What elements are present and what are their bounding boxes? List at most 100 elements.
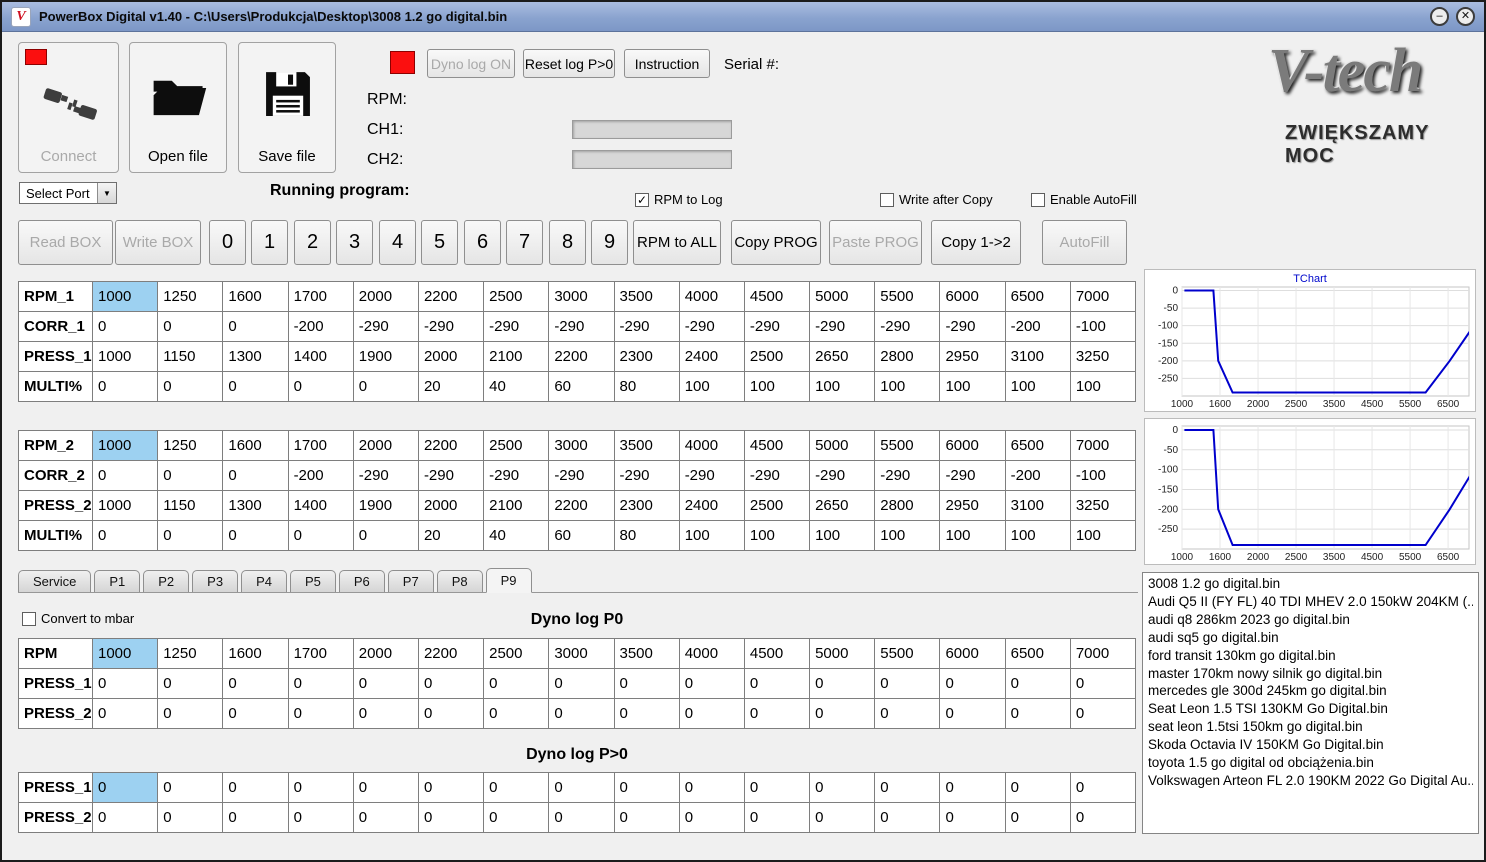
grid-cell[interactable]: 1150 [157, 341, 224, 372]
grid-cell[interactable]: 0 [1069, 802, 1137, 833]
grid-cell[interactable]: 0 [352, 772, 419, 803]
grid-cell[interactable]: 2200 [417, 638, 485, 669]
grid-cell[interactable]: 80 [613, 520, 680, 551]
grid-cell[interactable]: 5000 [809, 638, 876, 669]
grid-cell[interactable]: -290 [809, 311, 876, 342]
grid-cell[interactable]: -290 [548, 460, 615, 491]
grid-cell[interactable]: 1900 [352, 490, 419, 521]
grid-cell[interactable]: 100 [678, 520, 745, 551]
grid-cell[interactable]: 0 [1004, 698, 1071, 729]
grid-cell[interactable]: 0 [91, 772, 159, 803]
grid-cell[interactable]: 2400 [678, 490, 745, 521]
grid-cell[interactable]: 1600 [222, 430, 289, 461]
grid-cell[interactable]: 2300 [613, 341, 680, 372]
grid-cell[interactable]: 6500 [1004, 430, 1071, 461]
autofill-button[interactable]: AutoFill [1042, 220, 1127, 265]
grid-cell[interactable]: 0 [417, 802, 485, 833]
grid-cell[interactable]: 2500 [743, 341, 811, 372]
grid-cell[interactable]: 2800 [874, 490, 941, 521]
grid-cell[interactable]: -100 [1069, 460, 1137, 491]
grid-cell[interactable]: 0 [222, 698, 289, 729]
grid-cell[interactable]: 20 [417, 371, 485, 402]
grid-cell[interactable]: 100 [939, 371, 1006, 402]
grid-cell[interactable]: 100 [678, 371, 745, 402]
grid-cell[interactable]: 3000 [548, 281, 615, 312]
grid-cell[interactable]: 3500 [613, 430, 680, 461]
copy-1-to-2-button[interactable]: Copy 1->2 [931, 220, 1021, 265]
grid-cell[interactable]: 100 [809, 520, 876, 551]
grid-cell[interactable]: 0 [1069, 772, 1137, 803]
grid-cell[interactable]: 5500 [874, 638, 941, 669]
digit-button-3[interactable]: 3 [336, 220, 373, 265]
grid-cell[interactable]: 2000 [417, 490, 485, 521]
digit-button-9[interactable]: 9 [591, 220, 628, 265]
file-list-item[interactable]: toyota 1.5 go digital od obciążenia.bin [1148, 754, 1473, 772]
grid-cell[interactable]: 0 [352, 802, 419, 833]
grid-cell[interactable]: 3000 [548, 638, 615, 669]
grid-cell[interactable]: 0 [678, 698, 745, 729]
grid-cell[interactable]: 0 [287, 698, 354, 729]
paste-prog-button[interactable]: Paste PROG [829, 220, 922, 265]
grid-cell[interactable]: 4000 [678, 430, 745, 461]
grid-cell[interactable]: -290 [939, 311, 1006, 342]
grid-cell[interactable]: 0 [222, 520, 289, 551]
select-port-dropdown[interactable]: Select Port ▼ [19, 182, 117, 204]
connect-button[interactable]: Connect [18, 42, 119, 173]
grid-cell[interactable]: 100 [1069, 520, 1137, 551]
grid-cell[interactable]: -290 [809, 460, 876, 491]
grid-cell[interactable]: 0 [1004, 668, 1071, 699]
grid-cell[interactable]: 0 [91, 520, 159, 551]
grid-cell[interactable]: -290 [483, 311, 550, 342]
grid-cell[interactable]: 6500 [1004, 281, 1071, 312]
grid-cell[interactable]: 7000 [1069, 281, 1137, 312]
file-list-item[interactable]: audi q8 286km 2023 go digital.bin [1148, 611, 1473, 629]
grid-cell[interactable]: 3500 [613, 638, 680, 669]
grid-cell[interactable]: 2000 [352, 430, 419, 461]
grid-cell[interactable]: 6000 [939, 638, 1006, 669]
grid-cell[interactable]: 0 [157, 520, 224, 551]
grid-cell[interactable]: 6000 [939, 430, 1006, 461]
grid-cell[interactable]: 80 [613, 371, 680, 402]
grid-cell[interactable]: 0 [352, 520, 419, 551]
grid-cell[interactable]: 3100 [1004, 341, 1071, 372]
grid-cell[interactable]: 100 [1069, 371, 1137, 402]
digit-button-4[interactable]: 4 [379, 220, 416, 265]
grid-cell[interactable]: 0 [222, 772, 289, 803]
close-button[interactable]: ✕ [1456, 7, 1475, 26]
grid-cell[interactable]: -200 [287, 311, 354, 342]
grid-cell[interactable]: 1250 [157, 281, 224, 312]
grid-cell[interactable]: 4000 [678, 638, 745, 669]
rpm-to-all-button[interactable]: RPM to ALL [633, 220, 721, 265]
checkbox-box[interactable] [1031, 192, 1045, 207]
grid-cell[interactable]: 0 [91, 802, 159, 833]
grid-cell[interactable]: 1300 [222, 341, 289, 372]
grid-cell[interactable]: -290 [743, 311, 811, 342]
grid-cell[interactable]: 3250 [1069, 341, 1137, 372]
grid-cell[interactable]: 2950 [939, 490, 1006, 521]
grid-cell[interactable]: 2500 [483, 430, 550, 461]
grid-cell[interactable]: -290 [483, 460, 550, 491]
grid-cell[interactable]: 1700 [287, 638, 354, 669]
grid-cell[interactable]: 100 [743, 520, 811, 551]
tab-p9[interactable]: P9 [485, 568, 532, 593]
grid-cell[interactable]: 0 [1004, 802, 1071, 833]
grid-cell[interactable]: 0 [613, 668, 680, 699]
grid-cell[interactable]: 0 [874, 668, 941, 699]
grid-cell[interactable]: 0 [417, 668, 485, 699]
grid-cell[interactable]: 0 [91, 460, 159, 491]
grid-cell[interactable]: 2200 [548, 341, 615, 372]
grid-cell[interactable]: -290 [548, 311, 615, 342]
grid-cell[interactable]: 2200 [548, 490, 615, 521]
grid-cell[interactable]: 0 [222, 668, 289, 699]
grid-cell[interactable]: -290 [352, 460, 419, 491]
grid-cell[interactable]: 2100 [483, 490, 550, 521]
grid-cell[interactable]: 2400 [678, 341, 745, 372]
open-file-button[interactable]: Open file [129, 42, 227, 173]
grid-cell[interactable]: 0 [91, 371, 159, 402]
file-list-item[interactable]: master 170km nowy silnik go digital.bin [1148, 665, 1473, 683]
file-list-item[interactable]: Seat Leon 1.5 TSI 130KM Go Digital.bin [1148, 700, 1473, 718]
digit-button-8[interactable]: 8 [549, 220, 586, 265]
grid-cell[interactable]: 2950 [939, 341, 1006, 372]
grid-cell[interactable]: 4000 [678, 281, 745, 312]
grid-cell[interactable]: 1400 [287, 341, 354, 372]
